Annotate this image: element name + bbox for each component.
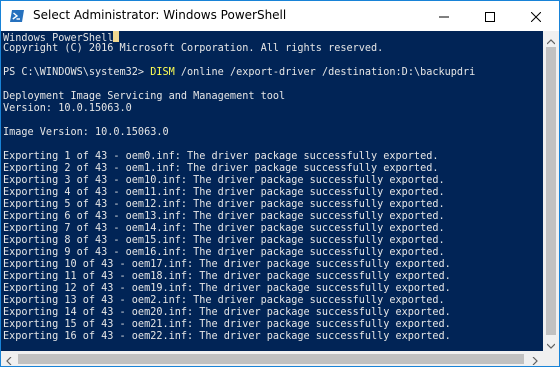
image-version-line: Image Version: 10.0.15063.0 (3, 127, 169, 138)
maximize-icon (485, 7, 495, 26)
export-line: Exporting 10 of 43 - oem17.inf: The driv… (3, 259, 451, 270)
export-line: Exporting 8 of 43 - oem15.inf: The drive… (3, 235, 445, 246)
console-line: Windows PowerShell (3, 31, 120, 44)
export-line: Exporting 9 of 43 - oem16.inf: The drive… (3, 247, 445, 258)
export-line: Exporting 7 of 43 - oem14.inf: The drive… (3, 223, 445, 234)
powershell-icon (9, 8, 25, 24)
export-line: Exporting 2 of 43 - oem1.inf: The driver… (3, 163, 439, 174)
scrollbar-corner (543, 351, 559, 366)
export-line: Exporting 5 of 43 - oem12.inf: The drive… (3, 199, 445, 210)
chevron-right-icon (532, 350, 538, 367)
console-output[interactable]: Windows PowerShell Copyright (C) 2016 Mi… (1, 31, 543, 351)
scroll-up-button[interactable] (543, 31, 559, 47)
export-line: Exporting 14 of 43 - oem20.inf: The driv… (3, 307, 451, 318)
export-line: Exporting 16 of 43 - oem22.inf: The driv… (3, 331, 451, 342)
command-line: PS C:\WINDOWS\system32> DISM /online /ex… (3, 67, 475, 79)
scroll-right-button[interactable] (527, 350, 543, 367)
text-cursor (113, 31, 120, 42)
vertical-scrollbar[interactable] (543, 31, 559, 351)
export-line: Exporting 6 of 43 - oem13.inf: The drive… (3, 211, 445, 222)
export-line: Exporting 12 of 43 - oem19.inf: The driv… (3, 283, 451, 294)
copyright-line: Copyright (C) 2016 Microsoft Corporation… (3, 43, 384, 54)
chevron-up-icon (546, 30, 556, 49)
close-icon (530, 7, 542, 26)
export-line: Exporting 11 of 43 - oem18.inf: The driv… (3, 271, 451, 282)
vertical-scroll-thumb[interactable] (546, 47, 556, 335)
export-line: Exporting 1 of 43 - oem0.inf: The driver… (3, 151, 439, 162)
chevron-down-icon (546, 334, 556, 353)
tool-version-line: Version: 10.0.15063.0 (3, 103, 132, 114)
chevron-left-icon (6, 350, 12, 367)
minimize-icon (439, 7, 449, 26)
export-line: Exporting 13 of 43 - oem2.inf: The drive… (3, 295, 445, 306)
export-line: Exporting 3 of 43 - oem10.inf: The drive… (3, 175, 445, 186)
maximize-button[interactable] (467, 1, 513, 31)
tool-name-line: Deployment Image Servicing and Managemen… (3, 91, 286, 102)
title-bar[interactable]: Select Administrator: Windows PowerShell (1, 1, 559, 31)
prompt: PS C:\WINDOWS\system32> (3, 67, 151, 78)
powershell-window: Select Administrator: Windows PowerShell… (0, 0, 560, 367)
horizontal-scroll-thumb[interactable] (18, 354, 524, 364)
window-title: Select Administrator: Windows PowerShell (33, 8, 287, 22)
export-line: Exporting 15 of 43 - oem21.inf: The driv… (3, 319, 451, 330)
command-name: DISM (150, 67, 175, 78)
export-line: Exporting 4 of 43 - oem11.inf: The drive… (3, 187, 445, 198)
command-args: /online /export-driver /destination:D:\b… (174, 67, 476, 78)
horizontal-scrollbar[interactable] (1, 350, 543, 367)
scroll-left-button[interactable] (1, 350, 17, 367)
minimize-button[interactable] (421, 1, 467, 31)
close-button[interactable] (513, 1, 559, 31)
scroll-down-button[interactable] (543, 335, 559, 351)
